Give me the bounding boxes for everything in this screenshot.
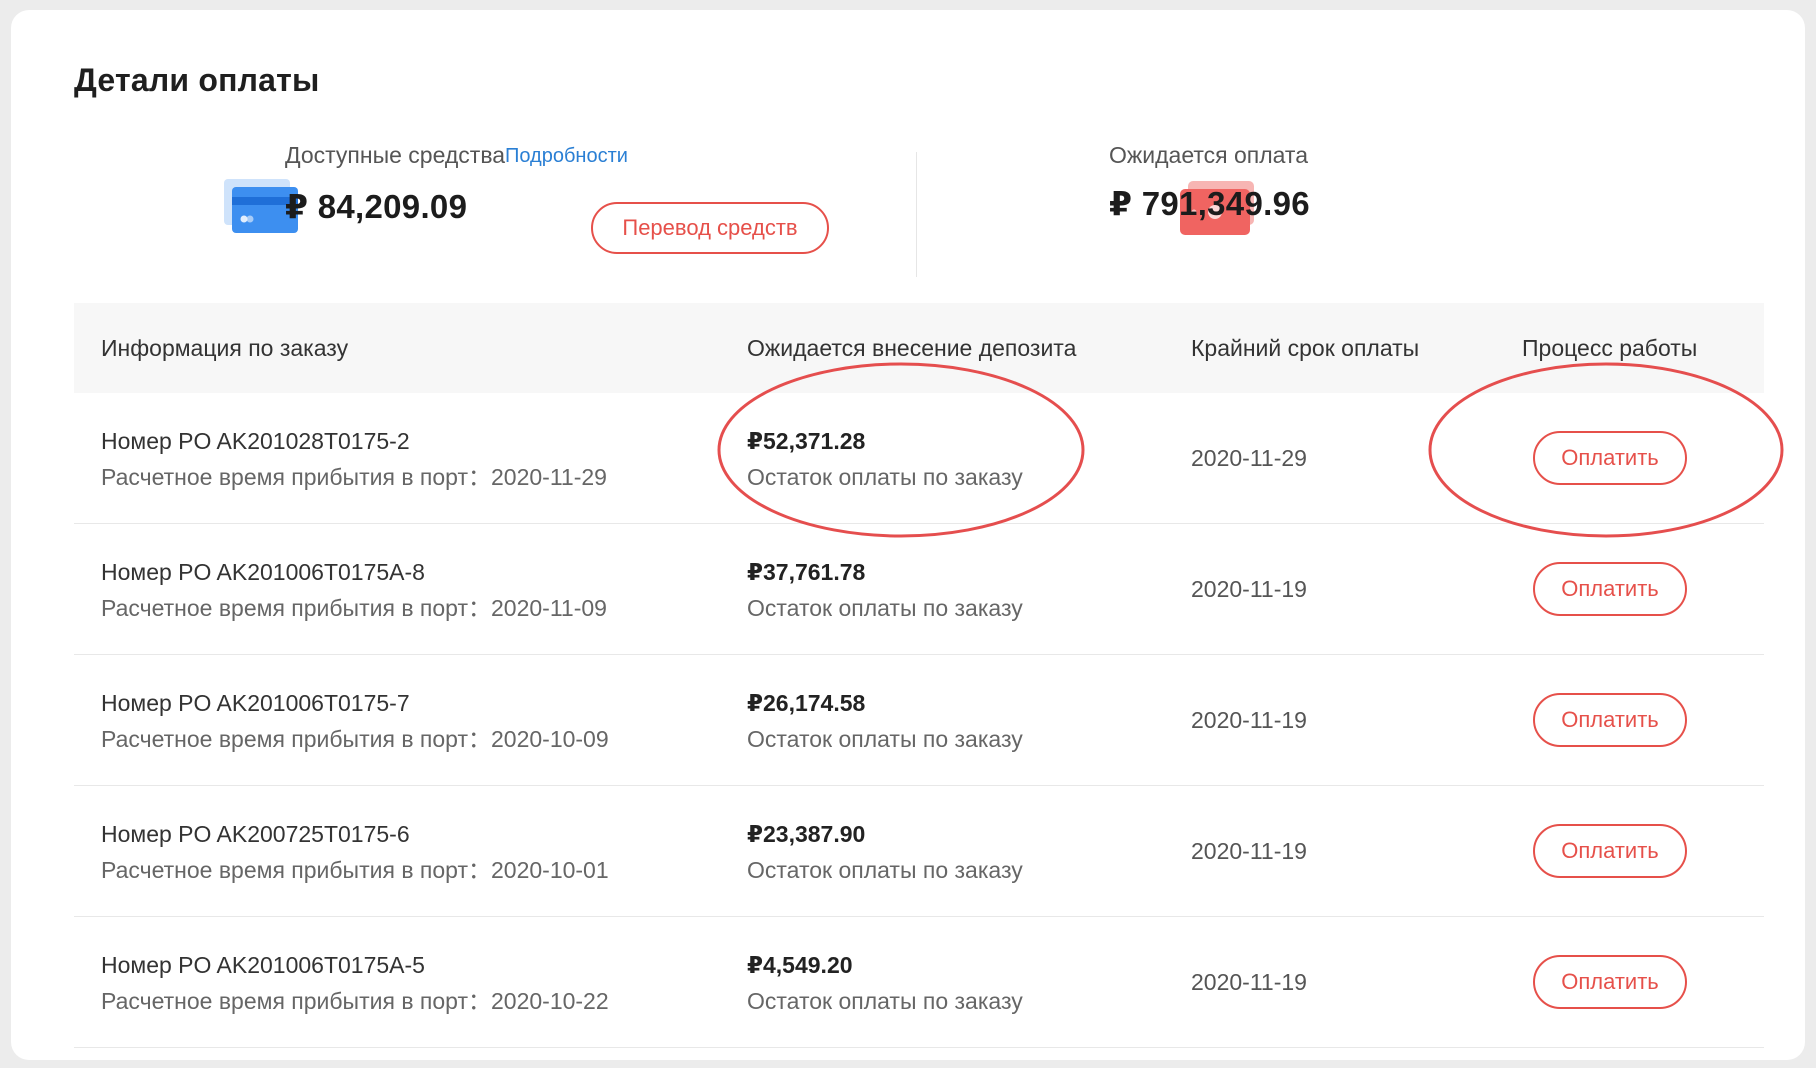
order-number: Номер PO AK201028T0175-2 bbox=[101, 428, 410, 454]
table-header: Информация по заказу Ожидается внесение … bbox=[74, 303, 1764, 393]
table-row: Номер PO AK201006T0175A-8 Расчетное врем… bbox=[74, 524, 1764, 655]
deposit-cell: ₽23,387.90 Остаток оплаты по заказу bbox=[747, 816, 1023, 888]
payment-details-card: Детали оплаты Доступные средства Подробн… bbox=[11, 10, 1805, 1060]
order-number: Номер PO AK201006T0175A-8 bbox=[101, 559, 425, 585]
pay-button[interactable]: Оплатить bbox=[1533, 693, 1687, 747]
orders-table: Информация по заказу Ожидается внесение … bbox=[74, 303, 1764, 1048]
deposit-amount: ₽4,549.20 bbox=[747, 952, 853, 978]
details-link[interactable]: Подробности bbox=[505, 145, 628, 168]
order-number: Номер PO AK201006T0175A-5 bbox=[101, 952, 425, 978]
pay-button[interactable]: Оплатить bbox=[1533, 824, 1687, 878]
payment-deadline: 2020-11-19 bbox=[1191, 969, 1307, 995]
header-process: Процесс работы bbox=[1522, 335, 1698, 361]
table-row: Номер PO AK201006T0175-7 Расчетное время… bbox=[74, 655, 1764, 786]
order-eta: Расчетное время прибытия в порт：2020-10-… bbox=[101, 857, 609, 883]
order-number: Номер PO AK200725T0175-6 bbox=[101, 821, 410, 847]
table-row: Номер PO AK201028T0175-2 Расчетное время… bbox=[74, 393, 1764, 524]
table-row: Номер PO AK200725T0175-6 Расчетное время… bbox=[74, 786, 1764, 917]
balance-summary: Доступные средства Подробности ₽ 84,209.… bbox=[74, 140, 1764, 277]
deposit-cell: ₽4,549.20 Остаток оплаты по заказу bbox=[747, 947, 1023, 1019]
expected-payment-amount: ₽ 791,349.96 bbox=[1109, 185, 1310, 222]
deposit-description: Остаток оплаты по заказу bbox=[747, 857, 1023, 883]
payment-deadline: 2020-11-19 bbox=[1191, 576, 1307, 602]
summary-divider bbox=[916, 152, 917, 277]
order-eta: Расчетное время прибытия в порт：2020-11-… bbox=[101, 464, 607, 490]
header-deposit: Ожидается внесение депозита bbox=[747, 335, 1077, 361]
transfer-funds-button[interactable]: Перевод средств bbox=[591, 202, 829, 254]
deposit-cell: ₽26,174.58 Остаток оплаты по заказу bbox=[747, 685, 1023, 757]
deposit-description: Остаток оплаты по заказу bbox=[747, 595, 1023, 621]
deposit-cell: ₽52,371.28 Остаток оплаты по заказу bbox=[747, 423, 1023, 495]
order-eta: Расчетное время прибытия в порт：2020-10-… bbox=[101, 726, 609, 752]
order-info-cell: Номер PO AK200725T0175-6 Расчетное время… bbox=[101, 816, 609, 888]
expected-payment-label: Ожидается оплата bbox=[1109, 142, 1309, 168]
order-number: Номер PO AK201006T0175-7 bbox=[101, 690, 410, 716]
deposit-description: Остаток оплаты по заказу bbox=[747, 464, 1023, 490]
pay-button[interactable]: Оплатить bbox=[1533, 431, 1687, 485]
header-deadline: Крайний срок оплаты bbox=[1191, 335, 1420, 361]
header-order-info: Информация по заказу bbox=[101, 335, 349, 361]
deposit-description: Остаток оплаты по заказу bbox=[747, 988, 1023, 1014]
deposit-cell: ₽37,761.78 Остаток оплаты по заказу bbox=[747, 554, 1023, 626]
payment-deadline: 2020-11-19 bbox=[1191, 838, 1307, 864]
table-row: Номер PO AK201006T0175A-5 Расчетное врем… bbox=[74, 917, 1764, 1048]
pay-button[interactable]: Оплатить bbox=[1533, 562, 1687, 616]
page-title: Детали оплаты bbox=[74, 62, 320, 98]
deposit-amount: ₽37,761.78 bbox=[747, 559, 866, 585]
deposit-description: Остаток оплаты по заказу bbox=[747, 726, 1023, 752]
payment-deadline: 2020-11-29 bbox=[1191, 445, 1307, 471]
available-funds-amount: ₽ 84,209.09 bbox=[285, 188, 468, 225]
deposit-amount: ₽23,387.90 bbox=[747, 821, 866, 847]
order-eta: Расчетное время прибытия в порт：2020-11-… bbox=[101, 595, 607, 621]
available-funds-label: Доступные средства bbox=[285, 142, 506, 168]
order-info-cell: Номер PO AK201028T0175-2 Расчетное время… bbox=[101, 423, 607, 495]
order-info-cell: Номер PO AK201006T0175A-5 Расчетное врем… bbox=[101, 947, 609, 1019]
payment-deadline: 2020-11-19 bbox=[1191, 707, 1307, 733]
order-info-cell: Номер PO AK201006T0175A-8 Расчетное врем… bbox=[101, 554, 607, 626]
deposit-amount: ₽26,174.58 bbox=[747, 690, 866, 716]
order-eta: Расчетное время прибытия в порт：2020-10-… bbox=[101, 988, 609, 1014]
order-info-cell: Номер PO AK201006T0175-7 Расчетное время… bbox=[101, 685, 609, 757]
pay-button[interactable]: Оплатить bbox=[1533, 955, 1687, 1009]
deposit-amount: ₽52,371.28 bbox=[747, 428, 866, 454]
